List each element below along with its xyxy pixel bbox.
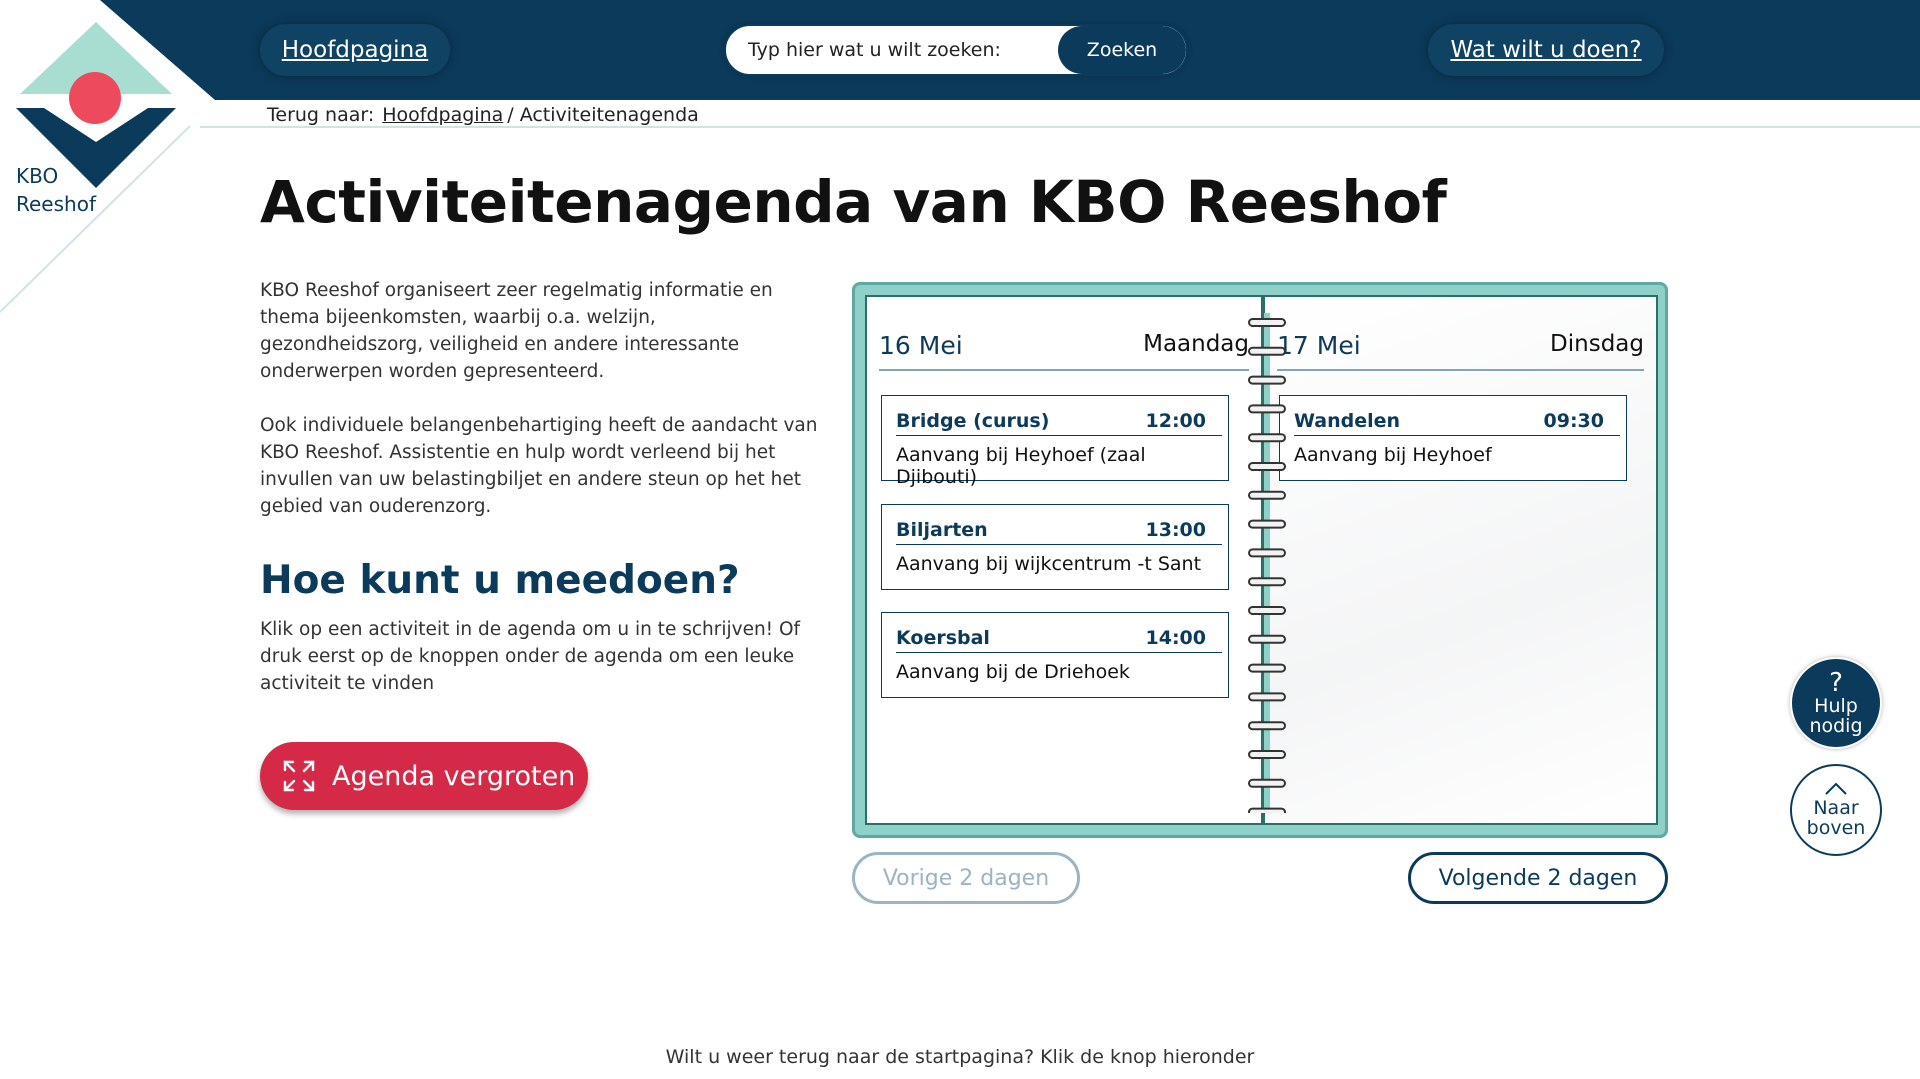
event-time: 12:00 [1145,410,1206,432]
event-header: Biljarten 13:00 [896,515,1222,545]
logo-line-2: Reeshof [16,192,96,216]
spiral-ring [1248,778,1286,788]
top-label-line-2: boven [1806,817,1866,839]
join-heading: Hoe kunt u meedoen? [260,558,740,603]
chevron-up-icon [1825,782,1847,795]
nav-home-link[interactable]: Hoofdpagina [260,24,450,76]
event-name: Bridge (curus) [896,410,1050,432]
event-location: Aanvang bij Heyhoef [1294,444,1492,466]
spiral-ring [1248,577,1286,587]
enlarge-agenda-button[interactable]: Agenda vergroten [260,742,588,810]
logo-text: KBO Reeshof [16,162,96,218]
breadcrumb-home-link[interactable]: Hoofdpagina [382,104,503,126]
kbo-logo[interactable]: KBO Reeshof [0,0,215,320]
day-weekday: Dinsdag [1550,331,1644,357]
spiral-ring [1248,346,1286,356]
event-time: 14:00 [1145,627,1206,649]
day-weekday: Maandag [1143,331,1249,357]
spiral-ring [1248,433,1286,443]
agenda-page-day-1: 16 Mei Maandag Bridge (curus) 12:00 Aanv… [865,295,1263,825]
event-location: Aanvang bij Heyhoef (zaal Djibouti) [896,444,1146,488]
event-time: 09:30 [1543,410,1604,432]
event-name: Koersbal [896,627,990,649]
event-name: Biljarten [896,519,988,541]
logo-graphic [0,0,215,318]
agenda-event[interactable]: Koersbal 14:00 Aanvang bij de Driehoek [881,612,1229,698]
spiral-ring [1248,462,1286,471]
intro-paragraph-1: KBO Reeshof organiseert zeer regelmatig … [260,280,773,382]
day-header: 17 Mei Dinsdag [1277,327,1644,371]
agenda-event[interactable]: Bridge (curus) 12:00 Aanvang bij Heyhoef… [881,395,1229,488]
event-header: Bridge (curus) 12:00 [896,406,1222,436]
agenda-event[interactable]: Biljarten 13:00 Aanvang bij wijkcentrum … [881,504,1229,590]
spiral-ring [1248,490,1286,500]
event-time: 13:00 [1145,519,1206,541]
breadcrumb: Terug naar: Hoofdpagina / Activiteitenagen… [267,104,699,126]
day-date: 17 Mei [1277,331,1361,360]
back-to-top-button[interactable]: Naar boven [1790,764,1882,856]
logo-line-1: KBO [16,164,59,188]
spiral-ring [1248,606,1286,615]
breadcrumb-prefix: Terug naar: [267,104,375,126]
event-header: Wandelen 09:30 [1294,406,1620,436]
nav-what-to-do-link[interactable]: Wat wilt u doen? [1428,24,1664,76]
event-name: Wandelen [1294,410,1401,432]
agenda-event[interactable]: Wandelen 09:30 Aanvang bij Heyhoef [1279,395,1627,481]
help-label-line-1: Hulp [1814,695,1858,717]
spiral-ring [1248,548,1286,558]
join-paragraph: Klik op een activiteit in de agenda om u… [260,619,801,694]
spiral-ring [1248,807,1286,813]
question-icon: ? [1829,668,1843,698]
breadcrumb-current: / Activiteitenagenda [507,104,699,126]
footer-text: Wilt u weer terug naar de startpagina? K… [665,1046,1255,1068]
event-location: Aanvang bij wijkcentrum -t Sant [896,553,1202,575]
spiral-ring [1248,375,1286,385]
agenda-page-day-2: 17 Mei Dinsdag Wandelen 09:30 Aanvang bi… [1263,295,1658,825]
enlarge-agenda-label: Agenda vergroten [332,760,576,792]
spiral-ring [1248,318,1286,327]
spiral-ring [1248,663,1286,673]
previous-days-button[interactable]: Vorige 2 dagen [852,852,1080,904]
spiral-ring [1248,750,1286,759]
day-date: 16 Mei [879,331,963,360]
spiral-ring [1248,634,1286,644]
help-button[interactable]: ? Hulp nodig [1790,657,1882,749]
search-button[interactable]: Zoeken [1058,26,1186,74]
agenda-book: 16 Mei Maandag Bridge (curus) 12:00 Aanv… [852,282,1668,838]
help-label-line-2: nodig [1809,715,1863,737]
search-input[interactable] [726,26,1058,74]
spiral-ring [1248,404,1286,414]
event-header: Koersbal 14:00 [896,623,1222,653]
spiral-ring [1248,721,1286,731]
event-location: Aanvang bij de Driehoek [896,661,1130,683]
spiral-ring [1248,519,1286,529]
search-form: Zoeken [724,24,1188,76]
page-title: Activiteitenagenda van KBO Reeshof [260,168,1447,236]
intro-paragraph-2: Ook individuele belangenbehartiging heef… [260,415,818,517]
next-days-button[interactable]: Volgende 2 dagen [1408,852,1668,904]
spiral-binding [1248,313,1286,813]
day-header: 16 Mei Maandag [879,327,1249,371]
top-label-line-1: Naar [1813,797,1859,819]
expand-icon [283,760,315,792]
spiral-ring [1248,692,1286,702]
